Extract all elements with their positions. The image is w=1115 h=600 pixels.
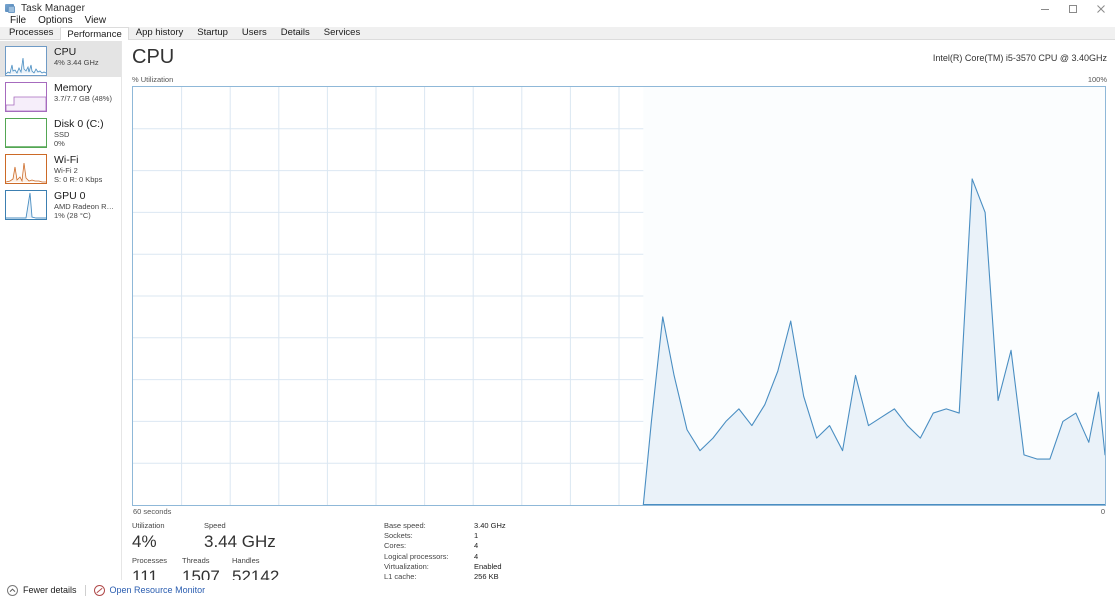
stat-processes-label: Processes <box>132 556 168 565</box>
stat-threads-label: Threads <box>182 556 210 565</box>
sidebar-item-wifi-sub1: Wi-Fi 2 <box>54 166 78 175</box>
sidebar-item-memory-title: Memory <box>54 82 92 94</box>
sidebar-item-gpu-text: GPU 0 AMD Radeon R7 2... 1% (28 °C) <box>54 190 117 220</box>
cpu-chart-svg <box>133 87 1105 505</box>
menu-item-view[interactable]: View <box>79 14 113 27</box>
page-title: CPU <box>132 46 175 68</box>
sidebar-item-gpu-sub1: AMD Radeon R7 2... <box>54 202 117 211</box>
performance-panel: CPU Intel(R) Core(TM) i5-3570 CPU @ 3.40… <box>123 41 1115 600</box>
stat-utilization-label: Utilization <box>132 521 165 530</box>
window-title: Task Manager <box>21 3 86 14</box>
sidebar-item-gpu-title: GPU 0 <box>54 190 86 202</box>
status-bar: Fewer details Open Resource Monitor <box>0 580 1115 600</box>
sidebar-item-memory-text: Memory 3.7/7.7 GB (48%) <box>54 82 112 103</box>
cpu-model-label: Intel(R) Core(TM) i5-3570 CPU @ 3.40GHz <box>932 53 1107 63</box>
detail-logical-processors-key: Logical processors: <box>384 551 449 561</box>
tab-performance[interactable]: Performance <box>60 27 129 40</box>
cpu-sparkline-thumbnail <box>5 46 47 76</box>
detail-sockets-value: 1 <box>474 531 479 541</box>
sidebar-item-gpu[interactable]: GPU 0 AMD Radeon R7 2... 1% (28 °C) <box>0 185 121 221</box>
chevron-up-circle-icon[interactable] <box>7 584 18 596</box>
sidebar-item-cpu-sub1: 4% 3.44 GHz <box>54 58 99 67</box>
stat-speed: Speed 3.44 GHz <box>204 520 276 552</box>
stat-utilization: Utilization 4% <box>132 520 204 552</box>
open-resource-monitor-link[interactable]: Open Resource Monitor <box>110 585 206 595</box>
chart-axis-bottom: 60 seconds 0 <box>132 507 1106 518</box>
stat-speed-label: Speed <box>204 521 226 530</box>
detail-virtualization-value: Enabled <box>474 561 502 571</box>
task-manager-window: Task Manager File Options View Processes… <box>0 0 1115 600</box>
sidebar-item-wifi-title: Wi-Fi <box>54 154 79 166</box>
detail-cores: Cores: 4 <box>384 541 506 551</box>
y-axis-max-label: 100% <box>1087 75 1107 84</box>
stat-handles-label: Handles <box>232 556 260 565</box>
sidebar-item-disk-title: Disk 0 (C:) <box>54 118 104 130</box>
tab-strip: Processes Performance App history Startu… <box>0 27 1115 40</box>
sidebar-item-cpu-text: CPU 4% 3.44 GHz <box>54 46 99 67</box>
sidebar-item-wifi-text: Wi-Fi Wi-Fi 2 S: 0 R: 0 Kbps <box>54 154 102 184</box>
detail-base-speed-key: Base speed: <box>384 521 426 530</box>
sidebar-item-disk-text: Disk 0 (C:) SSD 0% <box>54 118 104 148</box>
y-axis-label: % Utilization <box>132 75 174 84</box>
chart-axis-top: % Utilization 100% <box>123 75 1115 86</box>
status-divider <box>84 584 86 596</box>
sidebar-item-memory-sub1: 3.7/7.7 GB (48%) <box>54 94 112 103</box>
sidebar-item-memory[interactable]: Memory 3.7/7.7 GB (48%) <box>0 77 121 113</box>
stat-utilization-value: 4% <box>132 532 157 551</box>
tab-startup[interactable]: Startup <box>190 26 235 39</box>
tab-app-history[interactable]: App history <box>129 26 191 39</box>
gpu-sparkline-thumbnail <box>5 190 47 220</box>
sidebar-item-cpu-title: CPU <box>54 46 77 58</box>
detail-cores-value: 4 <box>474 541 479 551</box>
detail-sockets-key: Sockets: <box>384 531 413 541</box>
x-axis-label-right: 0 <box>1100 507 1105 516</box>
cpu-utilization-chart[interactable] <box>132 86 1106 506</box>
tab-details[interactable]: Details <box>274 26 317 39</box>
sidebar-item-gpu-sub2: 1% (28 °C) <box>54 211 91 220</box>
sidebar-item-cpu[interactable]: CPU 4% 3.44 GHz <box>0 41 121 77</box>
resource-monitor-icon <box>93 584 105 596</box>
sidebar-item-wifi-sub2: S: 0 R: 0 Kbps <box>54 175 103 184</box>
sidebar-item-disk[interactable]: Disk 0 (C:) SSD 0% <box>0 113 121 149</box>
detail-base-speed: Base speed: 3.40 GHz <box>384 521 506 531</box>
sidebar-item-disk-sub2: 0% <box>54 139 65 148</box>
detail-virtualization: Virtualization: Enabled <box>384 562 506 572</box>
sidebar-item-disk-sub1: SSD <box>54 130 70 139</box>
disk-sparkline-thumbnail <box>5 118 47 148</box>
memory-sparkline-thumbnail <box>5 82 47 112</box>
stats-row-1: Utilization 4% Speed 3.44 GHz <box>132 520 362 552</box>
detail-cores-key: Cores: <box>384 541 407 551</box>
task-manager-icon <box>5 3 16 14</box>
panel-header: CPU Intel(R) Core(TM) i5-3570 CPU @ 3.40… <box>123 41 1115 75</box>
detail-sockets: Sockets: 1 <box>384 531 506 541</box>
sidebar-item-wifi[interactable]: Wi-Fi Wi-Fi 2 S: 0 R: 0 Kbps <box>0 149 121 185</box>
detail-virtualization-key: Virtualization: <box>384 561 429 571</box>
tab-processes[interactable]: Processes <box>2 26 60 39</box>
stat-speed-value: 3.44 GHz <box>204 532 276 551</box>
x-axis-label-left: 60 seconds <box>133 507 172 516</box>
fewer-details-button[interactable]: Fewer details <box>23 585 77 595</box>
detail-logical-processors-value: 4 <box>474 551 479 561</box>
resource-sidebar: CPU 4% 3.44 GHz Memory 3.7/7.7 GB (48%) <box>0 41 122 580</box>
tab-users[interactable]: Users <box>235 26 274 39</box>
detail-base-speed-value: 3.40 GHz <box>474 521 506 530</box>
wifi-sparkline-thumbnail <box>5 154 47 184</box>
detail-logical-processors: Logical processors: 4 <box>384 552 506 562</box>
tab-services[interactable]: Services <box>317 26 367 39</box>
